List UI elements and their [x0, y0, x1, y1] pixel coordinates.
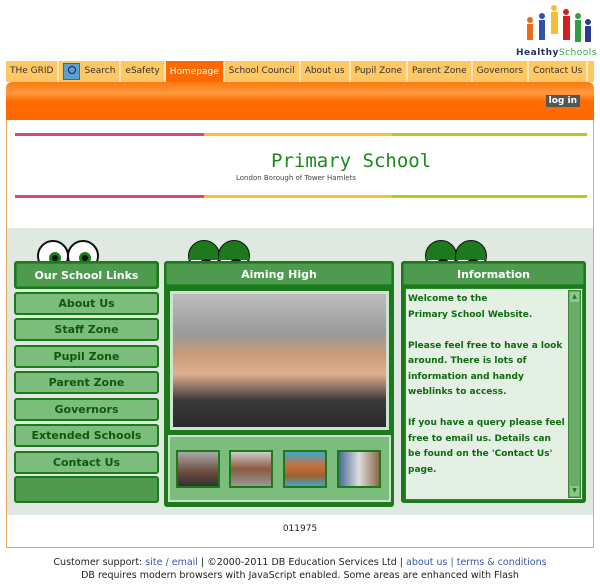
- school-title: Primary School: [271, 150, 432, 172]
- featured-photo: [170, 291, 389, 430]
- nav-tab-label: About us: [304, 66, 345, 76]
- nav-tab-label: eSafety: [125, 66, 160, 76]
- link-staff-zone[interactable]: Staff Zone: [14, 318, 159, 341]
- about-us-link[interactable]: about us: [406, 557, 447, 568]
- nav-tab-parent-zone[interactable]: Parent Zone: [408, 61, 473, 82]
- nav-tab-search[interactable]: Search: [59, 61, 122, 82]
- site-footer: Customer support: site / email | ©2000-2…: [0, 556, 600, 582]
- login-button[interactable]: log in: [545, 95, 580, 107]
- link-about-us[interactable]: About Us: [14, 292, 159, 315]
- nav-tab-label: Search: [84, 66, 116, 76]
- visit-counter: 011975: [6, 515, 594, 548]
- link-parent-zone[interactable]: Parent Zone: [14, 371, 159, 394]
- support-site-link[interactable]: site: [145, 557, 162, 568]
- nav-tab-esafety[interactable]: eSafety: [121, 61, 166, 82]
- link-extended-schools[interactable]: Extended Schools: [14, 424, 159, 447]
- stripe-divider: [15, 133, 587, 136]
- nav-tab-contact-us[interactable]: Contact Us: [529, 61, 589, 82]
- school-header: Primary School London Borough of Tower H…: [6, 120, 594, 228]
- copyright-text: | ©2000-2011 DB Education Services Ltd |: [200, 557, 404, 568]
- link-contact-us[interactable]: Contact Us: [14, 451, 159, 474]
- nav-tab-label: School Council: [228, 66, 295, 76]
- information-textbox: Welcome to the Primary School Website. Pl…: [405, 288, 583, 500]
- info-paragraph: Please feel free to have a look around. …: [408, 340, 563, 398]
- scroll-up-icon[interactable]: ▲: [570, 292, 579, 302]
- thumbnail-4[interactable]: [337, 450, 381, 488]
- info-paragraph: If you have a query please feel free to …: [408, 418, 565, 475]
- thumbnail-3[interactable]: [283, 450, 327, 488]
- links-panel-footer: [14, 476, 159, 503]
- healthy-schools-logo: HealthySchools: [516, 2, 598, 60]
- scroll-down-icon[interactable]: ▼: [570, 486, 579, 496]
- children-figures-icon: [527, 5, 591, 42]
- links-title: Our School Links: [16, 263, 157, 287]
- main-nav: THe GRID Search eSafety Homepage School Coun…: [6, 61, 594, 82]
- nav-tab-school-council[interactable]: School Council: [225, 61, 301, 82]
- nav-tab-pupil-zone[interactable]: Pupil Zone: [351, 61, 409, 82]
- logo-word-healthy: Healthy: [516, 48, 559, 58]
- nav-tab-about-us[interactable]: About us: [301, 61, 351, 82]
- nav-tab-label: Governors: [476, 66, 524, 76]
- nav-tab-label: Homepage: [169, 66, 219, 77]
- aiming-high-title: Aiming High: [166, 263, 392, 285]
- thumbnail-1[interactable]: [176, 450, 220, 488]
- nav-tab-label: Contact Us: [533, 66, 583, 76]
- nav-tab-label: Parent Zone: [412, 66, 467, 76]
- terms-link[interactable]: terms & conditions: [457, 557, 547, 568]
- thumbnail-strip: [168, 435, 391, 502]
- search-icon: [63, 63, 81, 80]
- information-title: Information: [403, 263, 584, 285]
- support-email-link[interactable]: email: [172, 557, 198, 568]
- nav-tab-label: Pupil Zone: [354, 66, 403, 76]
- support-label: Customer support:: [53, 557, 143, 568]
- orange-banner: log in: [6, 82, 594, 120]
- info-scrollbar[interactable]: ▲ ▼: [568, 290, 581, 498]
- stripe-divider: [15, 195, 587, 198]
- links-panel-header: Our School Links: [14, 261, 159, 289]
- thumbnail-2[interactable]: [229, 450, 273, 488]
- separator: /: [165, 557, 169, 568]
- logo-word-schools: Schools: [558, 48, 597, 58]
- link-governors[interactable]: Governors: [14, 398, 159, 421]
- school-subtitle: London Borough of Tower Hamlets: [236, 174, 357, 182]
- nav-tab-governors[interactable]: Governors: [473, 61, 530, 82]
- info-paragraph: Welcome to the Primary School Website.: [408, 294, 533, 320]
- separator: |: [450, 557, 454, 568]
- browser-notice: DB requires modern browsers with JavaScr…: [81, 570, 519, 581]
- nav-tab-label: THe GRID: [10, 66, 54, 76]
- nav-tab-the-grid[interactable]: THe GRID: [6, 61, 60, 82]
- nav-tab-homepage[interactable]: Homepage: [165, 61, 225, 82]
- link-pupil-zone[interactable]: Pupil Zone: [14, 345, 159, 368]
